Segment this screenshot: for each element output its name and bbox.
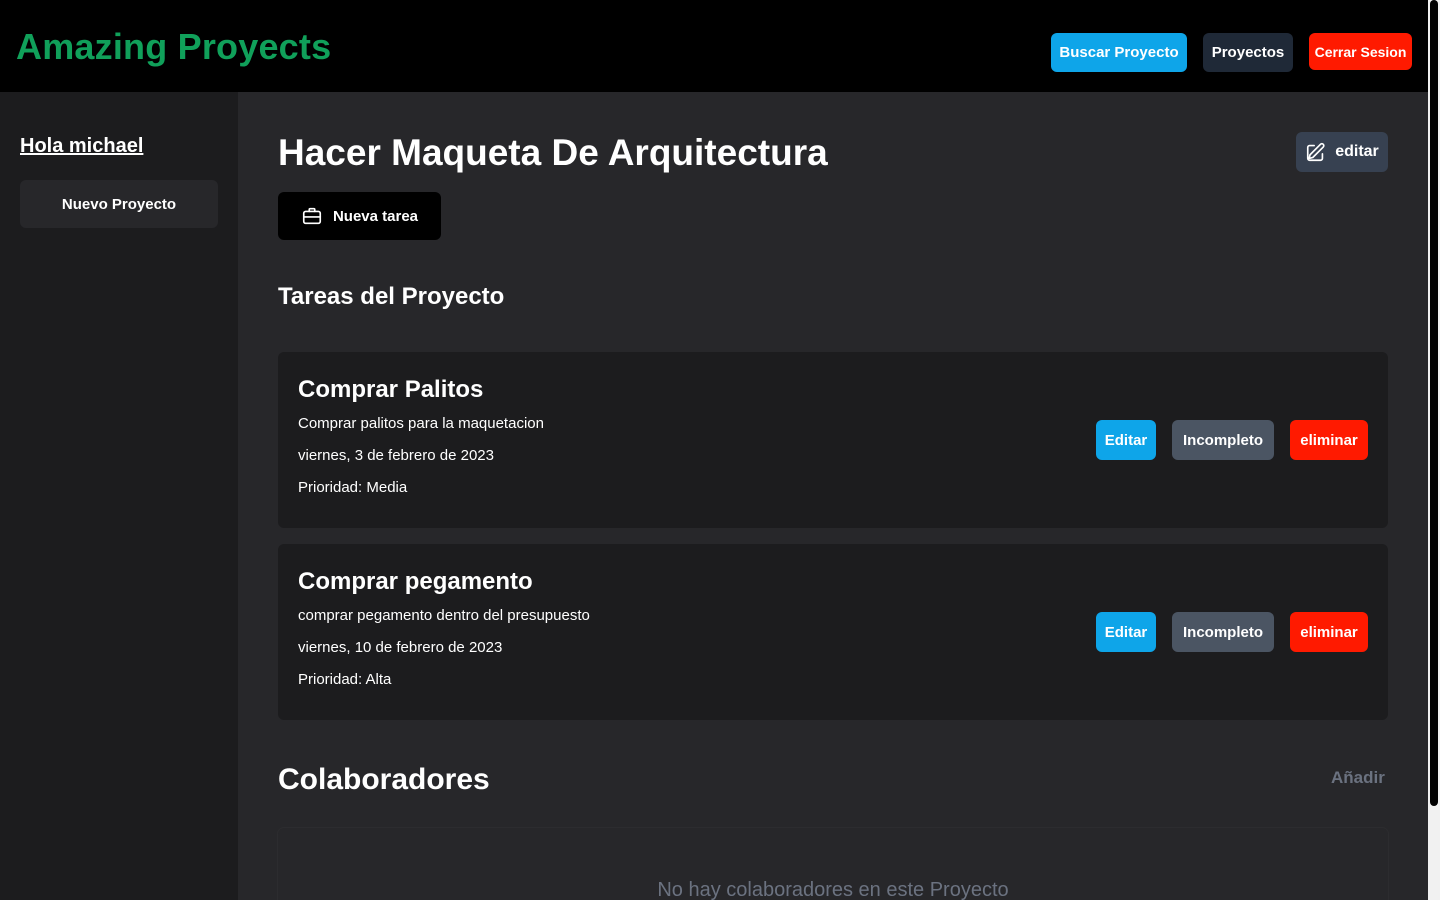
task-priority: Prioridad: Media [298,479,408,496]
task-date: viernes, 3 de febrero de 2023 [298,447,494,464]
edit-task-button[interactable]: Editar [1096,420,1156,460]
add-collaborator-button[interactable]: Añadir [1331,768,1385,788]
edit-task-button[interactable]: Editar [1096,612,1156,652]
delete-task-button[interactable]: eliminar [1290,612,1368,652]
task-priority: Prioridad: Alta [298,671,392,688]
user-greeting[interactable]: Hola michael [20,135,143,158]
task-status-button[interactable]: Incompleto [1172,420,1274,460]
task-card: Comprar pegamento comprar pegamento dent… [278,544,1388,720]
task-description: comprar pegamento dentro del presupuesto [298,607,590,624]
project-title: Hacer Maqueta De Arquitectura [278,132,828,173]
logout-button[interactable]: Cerrar Sesion [1309,33,1412,70]
delete-task-button[interactable]: eliminar [1290,420,1368,460]
task-card: Comprar Palitos Comprar palitos para la … [278,352,1388,528]
collaborators-title: Colaboradores [278,763,490,796]
collaborators-empty-message: No hay colaboradores en este Proyecto [657,879,1009,900]
briefcase-icon [301,205,323,227]
task-description: Comprar palitos para la maquetacion [298,415,544,432]
search-project-button[interactable]: Buscar Proyecto [1051,33,1187,72]
new-task-button[interactable]: Nueva tarea [278,192,441,240]
task-name: Comprar pegamento [298,568,533,595]
new-project-button[interactable]: Nuevo Proyecto [20,180,218,228]
tasks-section-title: Tareas del Proyecto [278,283,505,310]
edit-project-button[interactable]: editar [1296,132,1388,172]
top-bar: Amazing Proyects Buscar Proyecto Proyect… [0,0,1428,92]
edit-project-label: editar [1335,143,1379,160]
task-date: viernes, 10 de febrero de 2023 [298,639,503,656]
edit-icon [1305,141,1327,163]
scrollbar-thumb[interactable] [1430,0,1438,806]
new-task-label: Nueva tarea [332,207,419,225]
task-name: Comprar Palitos [298,376,484,403]
task-status-button[interactable]: Incompleto [1172,612,1274,652]
brand-logo[interactable]: Amazing Proyects [16,26,331,68]
projects-button[interactable]: Proyectos [1203,33,1293,72]
